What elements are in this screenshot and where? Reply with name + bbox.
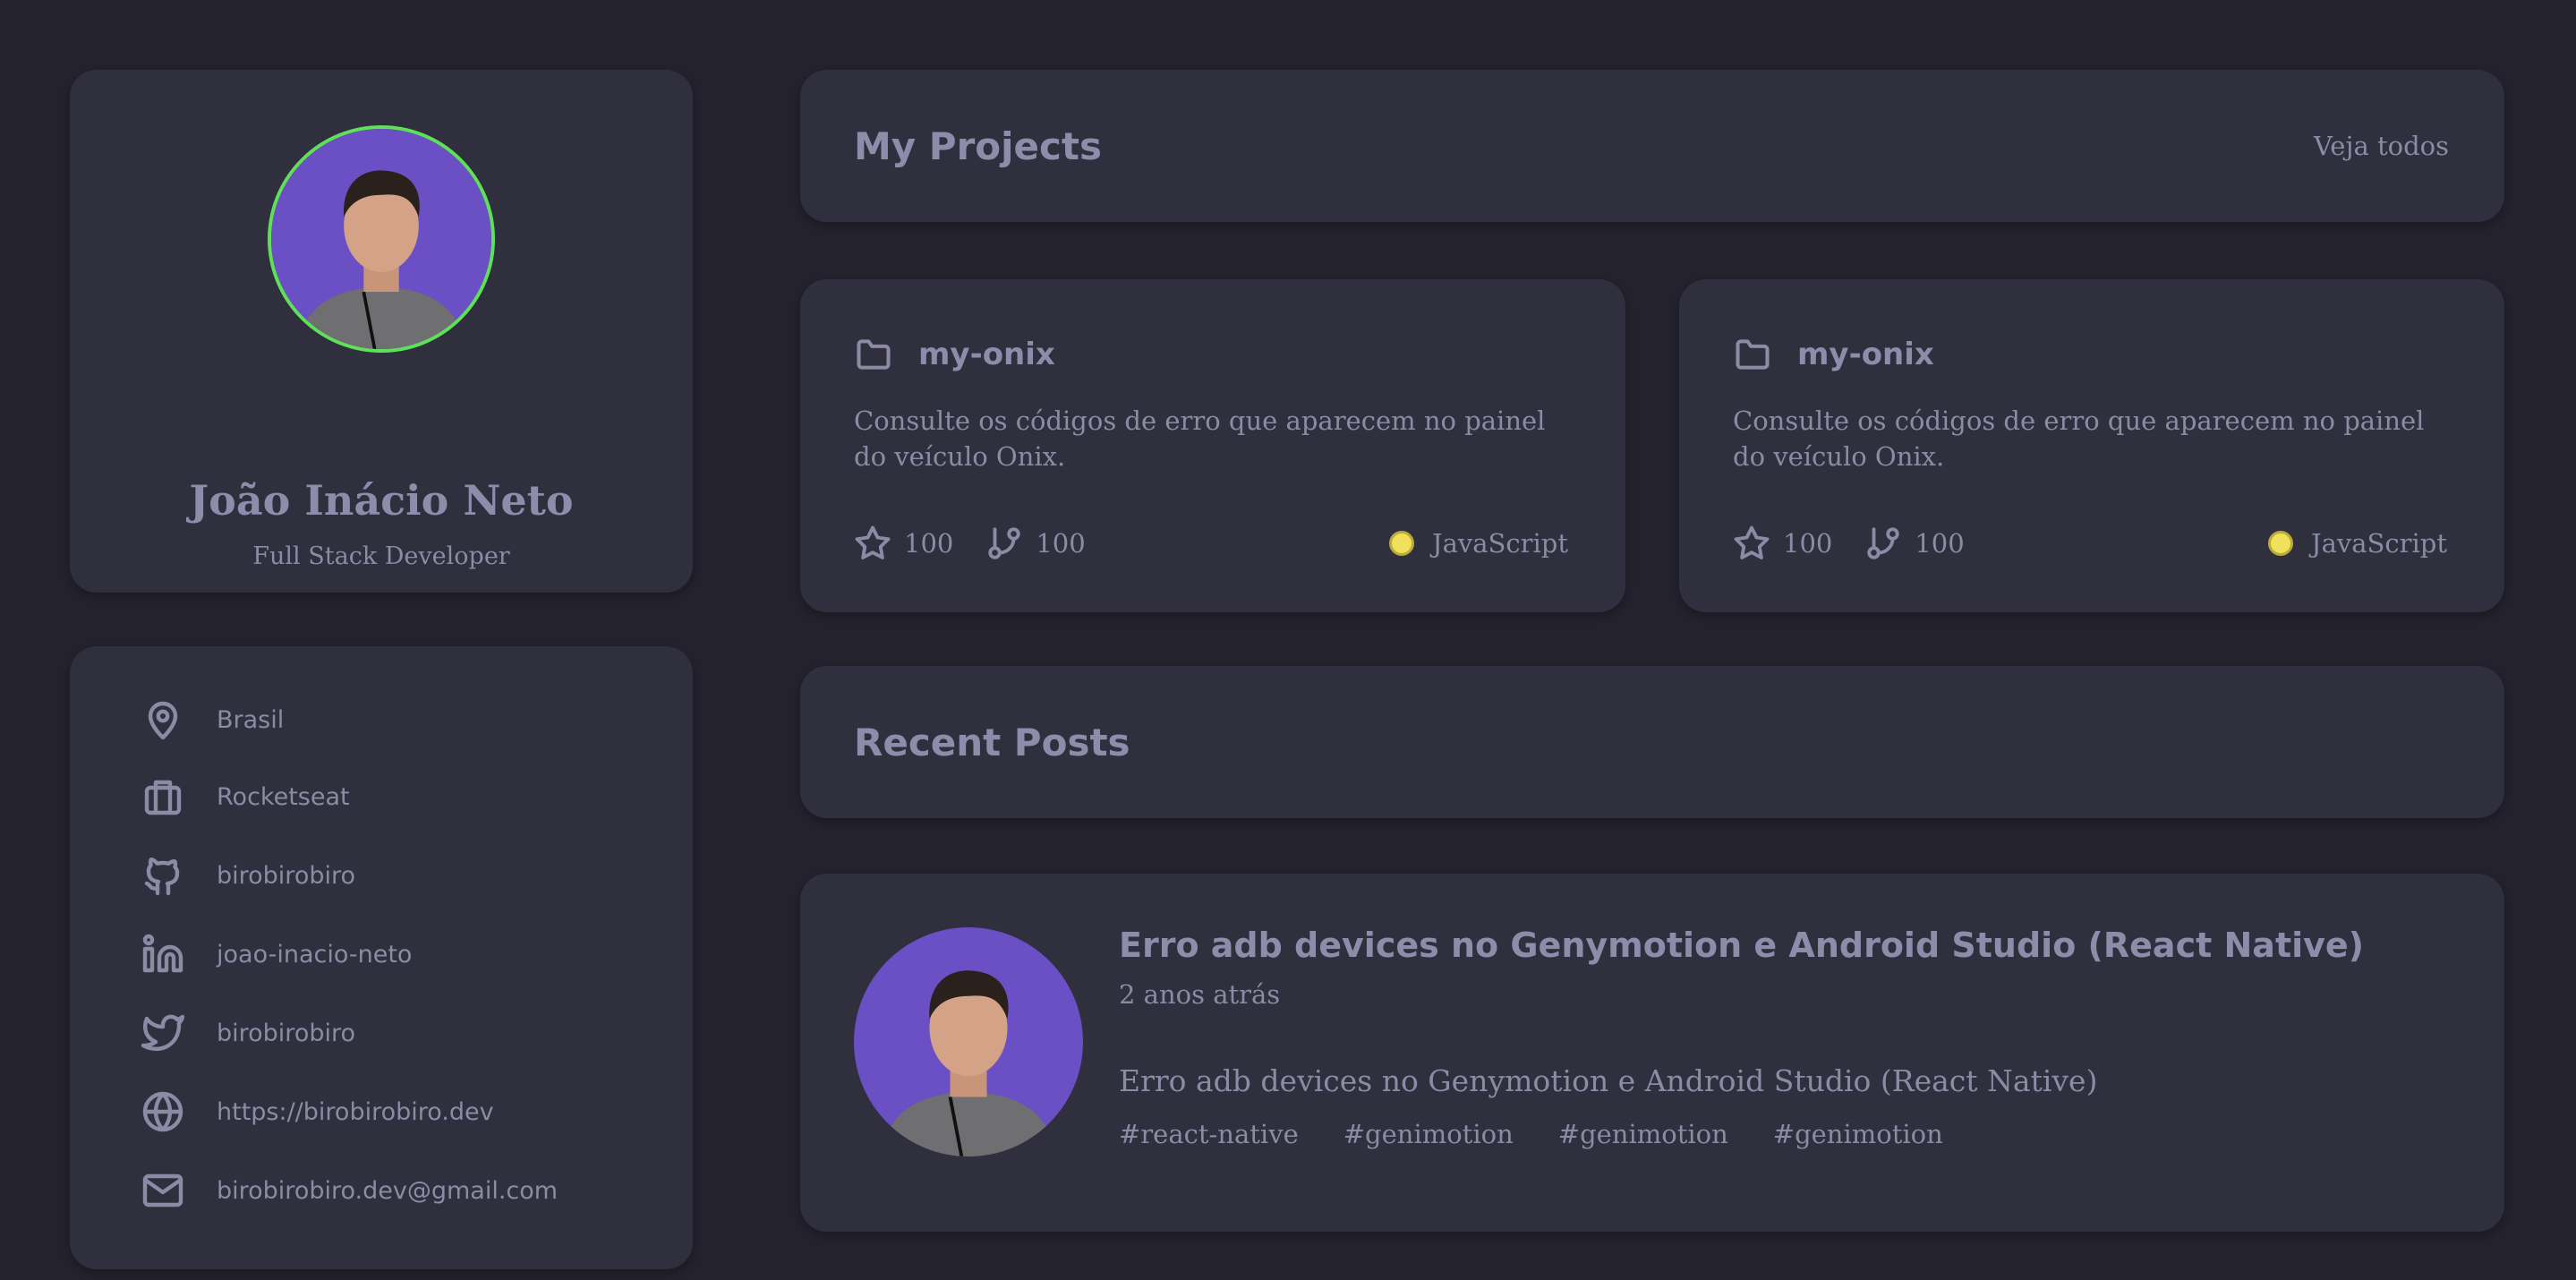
projects-title: My Projects xyxy=(854,124,1102,168)
project-name[interactable]: my-onix xyxy=(1797,337,1934,372)
post-avatar xyxy=(854,927,1083,1156)
project-description: Consulte os códigos de erro que aparecem… xyxy=(854,405,1546,472)
twitter-icon xyxy=(141,1014,184,1051)
post-tag[interactable]: #genimotion xyxy=(1558,1119,1728,1149)
star-icon xyxy=(855,525,891,559)
project-forks-count: 100 xyxy=(1036,528,1086,559)
project-stars-count: 100 xyxy=(904,528,954,559)
profile-card: João Inácio Neto Full Stack Developer xyxy=(70,70,693,593)
globe-icon xyxy=(142,1091,183,1132)
profile-role: Full Stack Developer xyxy=(252,542,510,570)
contacts-card: Brasil Rocketseat birobirobiro joao-inac… xyxy=(70,646,693,1269)
project-stars: 100 xyxy=(854,525,953,562)
post-excerpt: Erro adb devices no Genymotion e Android… xyxy=(1119,1063,2098,1098)
contact-website[interactable]: https://birobirobiro.dev xyxy=(141,1087,494,1137)
contact-email[interactable]: birobirobiro.dev@gmail.com xyxy=(141,1165,558,1216)
language-dot xyxy=(2267,531,2293,556)
posts-title: Recent Posts xyxy=(854,720,1130,764)
profile-name: João Inácio Neto xyxy=(189,476,574,525)
project-stars: 100 xyxy=(1733,525,1832,562)
git-branch-icon xyxy=(1867,527,1900,559)
contact-twitter[interactable]: birobirobiro xyxy=(141,1008,355,1058)
post-time: 2 anos atrás xyxy=(1119,979,1281,1010)
project-card[interactable]: my-onix Consulte os códigos de erro que … xyxy=(1679,279,2504,612)
folder-icon xyxy=(857,339,891,370)
mail-icon xyxy=(142,1173,183,1207)
project-forks: 100 xyxy=(1864,525,1965,562)
project-language-label: JavaScript xyxy=(2310,528,2447,559)
contact-twitter-label[interactable]: birobirobiro xyxy=(217,1020,355,1047)
project-language: JavaScript xyxy=(2267,528,2447,559)
projects-header: My Projects Veja todos xyxy=(800,70,2504,222)
project-forks: 100 xyxy=(985,525,1086,562)
contact-website-label[interactable]: https://birobirobiro.dev xyxy=(217,1098,494,1126)
github-icon xyxy=(144,857,180,896)
contact-location-label: Brasil xyxy=(217,705,285,734)
post-tag[interactable]: #genimotion xyxy=(1343,1119,1514,1149)
project-language-label: JavaScript xyxy=(1431,528,1568,559)
posts-header: Recent Posts xyxy=(800,666,2504,818)
avatar xyxy=(268,125,495,353)
post-card[interactable]: Erro adb devices no Genymotion e Android… xyxy=(800,874,2504,1232)
post-tag[interactable]: #genimotion xyxy=(1773,1119,1943,1149)
project-card[interactable]: my-onix Consulte os códigos de erro que … xyxy=(800,279,1625,612)
post-title[interactable]: Erro adb devices no Genymotion e Android… xyxy=(1119,926,2364,965)
contact-company: Rocketseat xyxy=(141,772,350,822)
git-branch-icon xyxy=(988,527,1021,559)
map-pin-icon xyxy=(148,701,178,740)
project-language: JavaScript xyxy=(1388,528,1568,559)
folder-icon xyxy=(1736,339,1770,370)
contact-location: Brasil xyxy=(141,695,284,745)
contact-email-label[interactable]: birobirobiro.dev@gmail.com xyxy=(217,1177,558,1205)
briefcase-icon xyxy=(144,780,182,815)
post-tag[interactable]: #react-native xyxy=(1119,1119,1299,1149)
linkedin-icon xyxy=(142,934,183,973)
post-tags: #react-native #genimotion #genimotion #g… xyxy=(1119,1119,1988,1149)
contact-github[interactable]: birobirobiro xyxy=(141,850,355,900)
project-forks-count: 100 xyxy=(1915,528,1965,559)
contact-company-label: Rocketseat xyxy=(217,782,350,811)
project-name[interactable]: my-onix xyxy=(918,337,1055,372)
language-dot xyxy=(1388,531,1414,556)
contact-github-label[interactable]: birobirobiro xyxy=(217,862,355,890)
contact-linkedin-label[interactable]: joao-inacio-neto xyxy=(217,941,412,969)
see-all-link[interactable]: Veja todos xyxy=(2314,70,2449,222)
project-description: Consulte os códigos de erro que aparecem… xyxy=(1733,405,2425,472)
project-stars-count: 100 xyxy=(1783,528,1833,559)
contact-linkedin[interactable]: joao-inacio-neto xyxy=(141,929,412,979)
star-icon xyxy=(1734,525,1770,559)
